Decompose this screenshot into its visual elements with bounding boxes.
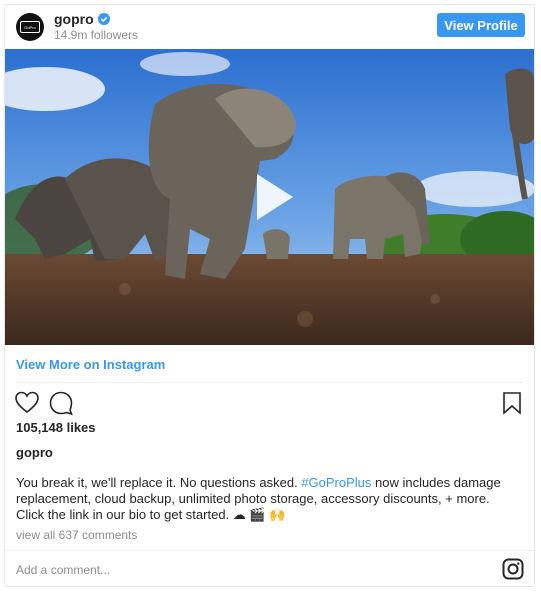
post-video[interactable] bbox=[5, 49, 534, 345]
followers-count: 14.9m followers bbox=[54, 28, 139, 42]
gopro-logo: GoPro bbox=[20, 21, 40, 33]
username[interactable]: gopro bbox=[54, 11, 94, 27]
view-more-link[interactable]: View More on Instagram bbox=[16, 357, 165, 372]
hashtag-link[interactable]: #GoProPlus bbox=[301, 475, 371, 490]
play-icon[interactable] bbox=[237, 164, 303, 230]
caption-text: You break it, we'll replace it. No quest… bbox=[16, 475, 302, 490]
view-comments-link[interactable]: view all 637 comments bbox=[16, 528, 137, 542]
verified-badge-icon bbox=[98, 13, 110, 25]
post-caption: You break it, we'll replace it. No quest… bbox=[16, 475, 521, 523]
instagram-icon[interactable] bbox=[502, 558, 524, 580]
bookmark-icon[interactable] bbox=[499, 390, 525, 416]
likes-count[interactable]: 105,148 likes bbox=[16, 420, 96, 435]
heart-icon[interactable] bbox=[14, 390, 40, 416]
action-bar bbox=[14, 390, 525, 420]
view-profile-button[interactable]: View Profile bbox=[437, 13, 525, 37]
comment-input[interactable] bbox=[16, 559, 476, 581]
comment-icon[interactable] bbox=[48, 390, 74, 416]
divider bbox=[16, 382, 523, 383]
post-header: GoPro gopro 14.9m followers View Profile bbox=[5, 5, 534, 49]
divider bbox=[5, 550, 534, 551]
post-author[interactable]: gopro bbox=[16, 445, 53, 460]
instagram-embed-card: GoPro gopro 14.9m followers View Profile bbox=[4, 4, 535, 587]
avatar[interactable]: GoPro bbox=[16, 13, 44, 41]
